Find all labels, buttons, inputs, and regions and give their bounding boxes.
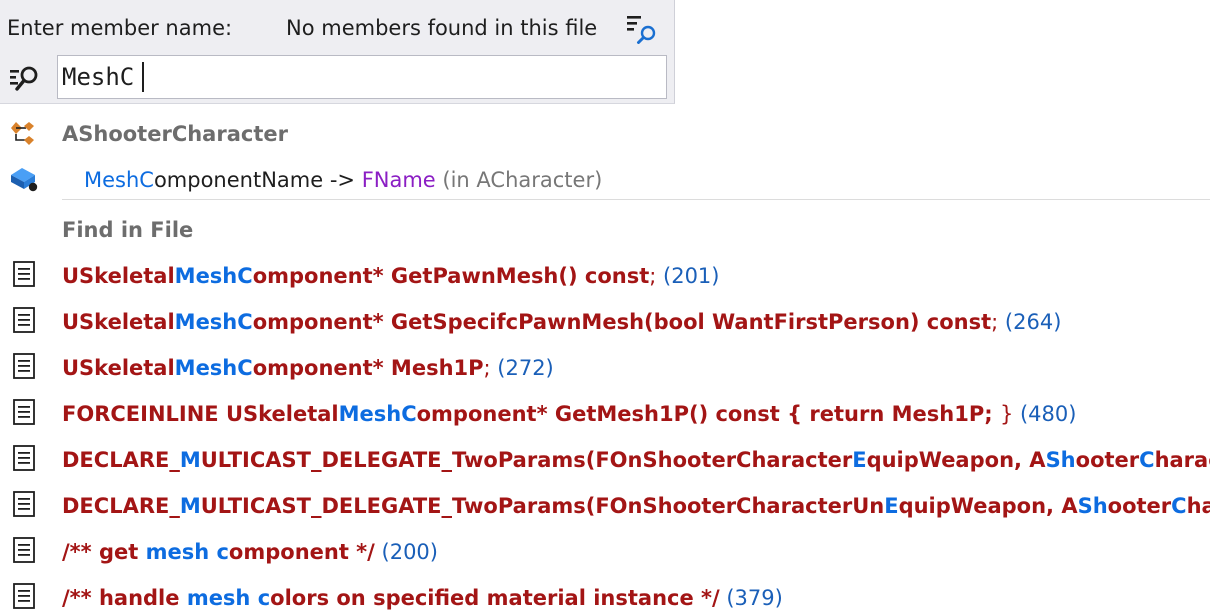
member-match: MeshC	[84, 168, 154, 192]
find-result-item[interactable]: DECLARE_MULTICAST_DELEGATE_TwoParams(FOn…	[0, 435, 1210, 481]
find-result-text: USkeletalMeshComponent* GetPawnMesh() co…	[62, 264, 720, 288]
find-result-text: USkeletalMeshComponent* GetSpecifcPawnMe…	[62, 310, 1062, 334]
find-group-label: Find in File	[62, 218, 194, 242]
member-result-item[interactable]: MeshComponentName -> FName (in ACharacte…	[0, 155, 1210, 201]
find-result-item[interactable]: DECLARE_MULTICAST_DELEGATE_TwoParams(FOn…	[0, 481, 1210, 527]
search-prompt-label: Enter member name:	[7, 16, 233, 40]
document-icon	[13, 537, 35, 563]
document-icon	[13, 307, 35, 333]
class-icon	[11, 122, 34, 145]
document-icon	[13, 353, 35, 379]
find-result-text: USkeletalMeshComponent* Mesh1P; (272)	[62, 356, 554, 380]
document-icon	[13, 491, 35, 517]
find-result-text: FORCEINLINE USkeletalMeshComponent* GetM…	[62, 402, 1077, 426]
find-result-item[interactable]: /** handle mesh colors on specified mate…	[0, 573, 1210, 616]
find-result-text: /** get mesh component */ (200)	[62, 540, 438, 564]
document-icon	[13, 399, 35, 425]
class-group-header: AShooterCharacter	[0, 109, 1210, 155]
find-result-item[interactable]: /** get mesh component */ (200)	[0, 527, 1210, 573]
member-result-text: MeshComponentName -> FName (in ACharacte…	[84, 168, 602, 192]
section-divider	[62, 199, 1210, 200]
document-icon	[13, 445, 35, 471]
find-result-item[interactable]: USkeletalMeshComponent* Mesh1P; (272)	[0, 343, 1210, 389]
filter-search-icon[interactable]	[624, 12, 660, 44]
field-icon	[11, 168, 38, 192]
find-result-text: /** handle mesh colors on specified mate…	[62, 586, 783, 610]
search-header: Enter member name: No members found in t…	[0, 0, 675, 104]
line-number: (264)	[998, 310, 1062, 334]
class-group-label: AShooterCharacter	[62, 122, 288, 146]
find-result-text: DECLARE_MULTICAST_DELEGATE_TwoParams(FOn…	[62, 494, 1210, 518]
find-result-item[interactable]: USkeletalMeshComponent* GetPawnMesh() co…	[0, 251, 1210, 297]
member-search-input[interactable]	[57, 55, 667, 99]
line-number: (200)	[374, 540, 438, 564]
member-name-rest: omponentName ->	[153, 168, 362, 192]
find-group-header: Find in File	[0, 205, 1210, 251]
line-number: (201)	[656, 264, 720, 288]
header-toolbar: Enter member name: No members found in t…	[0, 0, 675, 56]
line-number: (379)	[719, 586, 783, 610]
find-result-item[interactable]: FORCEINLINE USkeletalMeshComponent* GetM…	[0, 389, 1210, 435]
search-status-text: No members found in this file	[286, 16, 598, 40]
document-icon	[13, 261, 35, 287]
text-caret	[142, 62, 144, 92]
line-number: (272)	[490, 356, 554, 380]
member-type: FName	[361, 168, 436, 192]
find-result-text: DECLARE_MULTICAST_DELEGATE_TwoParams(FOn…	[62, 448, 1210, 472]
document-icon	[13, 583, 35, 609]
results-list: AShooterCharacter MeshComponentName -> F…	[0, 106, 1210, 616]
search-icon	[10, 66, 38, 91]
find-result-item[interactable]: USkeletalMeshComponent* GetSpecifcPawnMe…	[0, 297, 1210, 343]
line-number: (480)	[1013, 402, 1077, 426]
member-context: (in ACharacter)	[435, 168, 603, 192]
